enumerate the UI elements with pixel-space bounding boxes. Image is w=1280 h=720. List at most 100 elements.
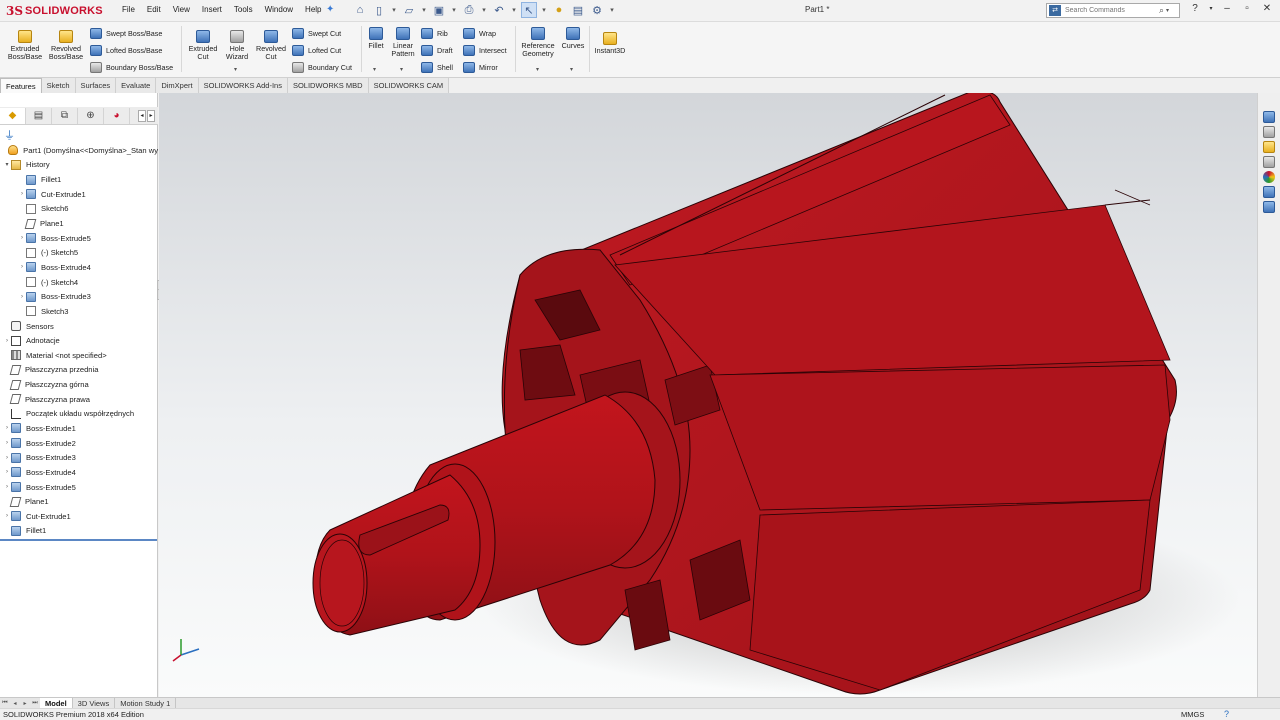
tree-expander-icon[interactable]: › xyxy=(18,191,26,197)
undo-icon[interactable]: ↶ xyxy=(491,2,507,18)
forum-icon[interactable] xyxy=(1263,201,1275,213)
swept-cut-button[interactable]: Swept Cut xyxy=(292,27,341,40)
extruded-cut-button[interactable]: Extruded Cut xyxy=(186,30,220,61)
search-icon[interactable]: ⌕ xyxy=(1159,5,1164,16)
display-manager-icon[interactable]: ◕ xyxy=(104,107,130,124)
tree-item[interactable]: › Boss-Extrude5 xyxy=(0,480,158,495)
graphics-area[interactable]: ▾ ▾ ▾ ▾ ▾ xyxy=(159,93,1257,697)
dimxpert-manager-icon[interactable]: ⊕ xyxy=(78,107,104,124)
open-dropdown-icon[interactable]: ▾ xyxy=(420,2,428,18)
home-icon[interactable]: ⌂ xyxy=(352,2,368,18)
help-icon[interactable]: ? xyxy=(1188,3,1202,14)
menu-edit[interactable]: Edit xyxy=(143,5,165,14)
configuration-manager-icon[interactable]: ⧉ xyxy=(52,107,78,124)
menu-file[interactable]: File xyxy=(118,5,139,14)
tree-item[interactable]: Początek układu współrzędnych xyxy=(0,407,158,422)
tree-item[interactable]: Plane1 xyxy=(0,494,158,509)
design-library-icon[interactable] xyxy=(1263,126,1275,138)
print-icon[interactable]: ⎙ xyxy=(461,2,477,18)
print-dropdown-icon[interactable]: ▾ xyxy=(480,2,488,18)
pin-icon[interactable]: ✦ xyxy=(326,4,334,15)
tree-item[interactable]: Part1 (Domyślna<<Domyślna>_Stan wy xyxy=(0,143,158,158)
tree-item[interactable]: (-) Sketch5 xyxy=(0,245,158,260)
extruded-boss-button[interactable]: Extruded Boss/Base xyxy=(6,30,44,61)
file-explorer-icon[interactable] xyxy=(1263,141,1275,153)
tree-item[interactable]: › Boss-Extrude4 xyxy=(0,465,158,480)
tree-expander-icon[interactable]: › xyxy=(18,294,26,300)
undo-dropdown-icon[interactable]: ▾ xyxy=(510,2,518,18)
traffic-light-icon[interactable]: ● xyxy=(551,2,567,18)
mirror-button[interactable]: Mirror xyxy=(463,61,498,74)
property-manager-icon[interactable]: ▤ xyxy=(26,107,52,124)
tab-surfaces[interactable]: Surfaces xyxy=(75,78,117,93)
reference-geometry-dropdown-icon[interactable]: ▾ xyxy=(536,66,539,73)
help-dropdown-icon[interactable]: ▾ xyxy=(1208,5,1214,12)
intersect-button[interactable]: Intersect xyxy=(463,44,507,57)
tree-item[interactable]: Płaszczyzna górna xyxy=(0,377,158,392)
tree-item[interactable]: Fillet1 xyxy=(0,524,158,539)
save-icon[interactable]: ▣ xyxy=(431,2,447,18)
tree-item[interactable]: Fillet1 xyxy=(0,172,158,187)
tree-expander-icon[interactable]: › xyxy=(3,469,11,475)
tree-expander-icon[interactable]: › xyxy=(3,455,11,461)
fillet-button[interactable]: Fillet xyxy=(364,27,388,50)
tree-item[interactable]: (-) Sketch4 xyxy=(0,275,158,290)
curves-button[interactable]: Curves xyxy=(560,27,586,50)
search-input[interactable] xyxy=(1065,7,1157,14)
tree-item[interactable]: › Cut-Extrude1 xyxy=(0,509,158,524)
draft-button[interactable]: Draft xyxy=(421,44,453,57)
tree-expander-icon[interactable]: › xyxy=(18,235,26,241)
boundary-boss-button[interactable]: Boundary Boss/Base xyxy=(90,61,173,74)
solidworks-logo[interactable]: 3S SOLIDWORKS xyxy=(6,3,103,19)
rib-button[interactable]: Rib xyxy=(421,27,448,40)
tab-scroll-left-icon[interactable]: ◂ xyxy=(138,109,146,122)
close-icon[interactable]: ✕ xyxy=(1260,3,1274,14)
tree-item[interactable]: › Adnotacje xyxy=(0,333,158,348)
hole-wizard-button[interactable]: Hole Wizard xyxy=(222,30,252,61)
tab-features[interactable]: Features xyxy=(0,78,42,93)
tree-item[interactable]: Sensors xyxy=(0,319,158,334)
tab-evaluate[interactable]: Evaluate xyxy=(116,78,157,93)
reference-triad[interactable] xyxy=(169,635,205,665)
units-indicator[interactable]: MMGS xyxy=(1181,710,1204,719)
swept-boss-button[interactable]: Swept Boss/Base xyxy=(90,27,162,40)
hole-wizard-dropdown-icon[interactable]: ▾ xyxy=(234,66,237,73)
tree-expander-icon[interactable]: › xyxy=(3,425,11,431)
tree-item[interactable]: › Boss-Extrude1 xyxy=(0,421,158,436)
curves-dropdown-icon[interactable]: ▾ xyxy=(570,66,573,73)
search-box[interactable]: ⇄ ⌕ ▾ xyxy=(1046,3,1180,18)
tree-item[interactable]: Płaszczyzna prawa xyxy=(0,392,158,407)
tree-expander-icon[interactable]: › xyxy=(3,484,11,490)
select-cursor-icon[interactable]: ↖ xyxy=(521,2,537,18)
tree-expander-icon[interactable]: › xyxy=(3,440,11,446)
tree-item[interactable]: › Boss-Extrude4 xyxy=(0,260,158,275)
tree-expander-icon[interactable]: › xyxy=(3,338,11,344)
tree-item[interactable]: ▾ History xyxy=(0,158,158,173)
first-tab-icon[interactable]: ⏮ xyxy=(0,700,10,707)
solidworks-resources-icon[interactable] xyxy=(1263,111,1275,123)
last-tab-icon[interactable]: ⏭ xyxy=(30,700,40,707)
menu-tools[interactable]: Tools xyxy=(230,5,257,14)
menu-view[interactable]: View xyxy=(169,5,194,14)
lofted-boss-button[interactable]: Lofted Boss/Base xyxy=(90,44,162,57)
boundary-cut-button[interactable]: Boundary Cut xyxy=(292,61,352,74)
rotor-model[interactable] xyxy=(159,93,1257,697)
tree-item[interactable]: Płaszczyzna przednia xyxy=(0,363,158,378)
tab-solidworks-add-ins[interactable]: SOLIDWORKS Add-Ins xyxy=(198,78,288,93)
shell-button[interactable]: Shell xyxy=(421,61,453,74)
view-palette-icon[interactable] xyxy=(1263,156,1275,168)
wrap-button[interactable]: Wrap xyxy=(463,27,496,40)
rollback-bar[interactable] xyxy=(0,539,157,541)
file-properties-icon[interactable]: ▤ xyxy=(570,2,586,18)
tab-3d-views[interactable]: 3D Views xyxy=(73,697,116,709)
appearances-icon[interactable] xyxy=(1263,171,1275,183)
options-gear-icon[interactable]: ⚙ xyxy=(589,2,605,18)
minimize-icon[interactable]: – xyxy=(1220,3,1234,14)
tab-motion-study[interactable]: Motion Study 1 xyxy=(115,697,177,709)
tree-item[interactable]: Sketch6 xyxy=(0,202,158,217)
tab-solidworks-cam[interactable]: SOLIDWORKS CAM xyxy=(368,78,450,93)
tree-item[interactable]: Plane1 xyxy=(0,216,158,231)
linear-pattern-button[interactable]: Linear Pattern xyxy=(389,27,417,58)
tree-item[interactable]: › Cut-Extrude1 xyxy=(0,187,158,202)
instant3d-button[interactable]: Instant3D xyxy=(592,32,628,55)
